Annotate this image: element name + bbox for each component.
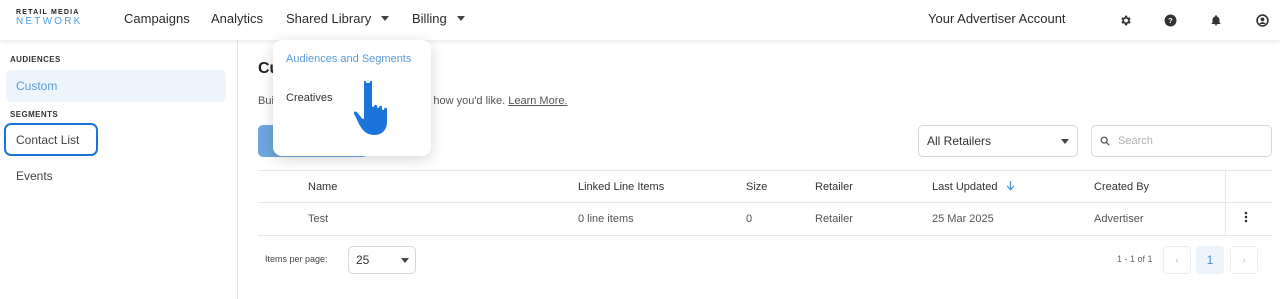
sidebar-item-custom[interactable]: Custom xyxy=(6,70,226,102)
description-prefix: Bui xyxy=(258,95,274,107)
header-created-by[interactable]: Created By xyxy=(1094,181,1149,193)
chevron-down-icon xyxy=(381,16,390,21)
advertiser-account-link[interactable]: Your Advertiser Account xyxy=(928,11,1066,26)
page-1-button[interactable]: 1 xyxy=(1196,246,1224,274)
sort-desc-icon xyxy=(1006,181,1014,191)
header-retailer[interactable]: Retailer xyxy=(815,181,853,193)
chevron-down-icon xyxy=(401,258,409,263)
cell-linked-line-items: 0 line items xyxy=(578,213,634,225)
cell-name[interactable]: Test xyxy=(308,213,328,225)
chevron-down-icon xyxy=(456,16,465,21)
prev-page-button[interactable]: ‹ xyxy=(1163,246,1191,274)
pagination-range: 1 - 1 of 1 xyxy=(1117,254,1153,264)
pointer-hand-icon xyxy=(341,76,407,142)
items-per-page-select[interactable]: 25 xyxy=(348,246,416,274)
nav-shared-library-label: Shared Library xyxy=(286,11,372,26)
nav-analytics-label: Analytics xyxy=(211,11,264,26)
cell-last-updated: 25 Mar 2025 xyxy=(932,213,994,225)
nav-billing-label: Billing xyxy=(412,11,447,26)
search-icon xyxy=(1100,136,1110,146)
header-linked-line-items[interactable]: Linked Line Items xyxy=(578,181,664,193)
items-per-page-value: 25 xyxy=(356,253,370,267)
retailer-select[interactable]: All Retailers xyxy=(918,125,1078,157)
bell-icon[interactable] xyxy=(1206,10,1226,30)
chevron-right-icon: › xyxy=(1242,254,1246,266)
column-divider xyxy=(1225,170,1226,236)
cell-created-by: Advertiser xyxy=(1094,213,1144,225)
nav-campaigns-label: Campaigns xyxy=(124,11,190,26)
sidebar-item-events-label: Events xyxy=(16,169,53,183)
search-field[interactable] xyxy=(1091,125,1272,157)
gear-icon[interactable] xyxy=(1115,10,1135,30)
logo-line-1: RETAIL MEDIA xyxy=(16,9,80,16)
next-page-button[interactable]: › xyxy=(1230,246,1258,274)
header-name[interactable]: Name xyxy=(308,181,337,193)
table-row[interactable]: Test 0 line items 0 Retailer 25 Mar 2025… xyxy=(258,203,1272,236)
nav-analytics[interactable]: Analytics xyxy=(211,11,263,26)
pagination-bar: Items per page: 25 1 - 1 of 1 ‹ 1 › xyxy=(258,242,1272,282)
more-options-icon[interactable] xyxy=(1244,211,1248,226)
chevron-left-icon: ‹ xyxy=(1175,254,1179,266)
items-per-page-label: Items per page: xyxy=(265,254,328,264)
dropdown-item-audiences-and-segments[interactable]: Audiences and Segments xyxy=(286,53,411,65)
nav-shared-library[interactable]: Shared Library xyxy=(286,11,390,26)
learn-more-link[interactable]: Learn More. xyxy=(508,95,567,107)
svg-text:?: ? xyxy=(1168,16,1173,25)
sidebar-section-segments: SEGMENTS xyxy=(10,110,59,119)
dropdown-item-creatives[interactable]: Creatives xyxy=(286,92,332,104)
nav-campaigns[interactable]: Campaigns xyxy=(124,11,190,26)
table-header: Name Linked Line Items Size Retailer Las… xyxy=(258,170,1272,203)
user-icon[interactable] xyxy=(1252,10,1272,30)
chevron-down-icon xyxy=(1061,139,1069,144)
help-icon[interactable]: ? xyxy=(1160,10,1180,30)
top-navigation-bar: RETAIL MEDIA NETWORK Campaigns Analytics… xyxy=(0,0,1280,40)
header-last-updated-label: Last Updated xyxy=(932,181,998,193)
cell-size: 0 xyxy=(746,213,753,225)
sidebar-item-custom-label: Custom xyxy=(16,79,58,93)
header-size[interactable]: Size xyxy=(746,181,767,193)
current-page-label: 1 xyxy=(1206,253,1214,267)
logo-line-2: NETWORK xyxy=(16,16,83,27)
sidebar-section-audiences: AUDIENCES xyxy=(10,55,61,64)
cell-retailer: Retailer xyxy=(815,213,853,225)
nav-billing[interactable]: Billing xyxy=(412,11,465,26)
segments-table: Name Linked Line Items Size Retailer Las… xyxy=(258,170,1272,236)
search-input[interactable] xyxy=(1118,135,1258,147)
contact-list-highlight xyxy=(4,123,98,156)
brand-logo[interactable]: RETAIL MEDIA NETWORK xyxy=(16,9,83,27)
header-last-updated[interactable]: Last Updated xyxy=(932,181,1015,193)
retailer-select-value: All Retailers xyxy=(927,134,992,148)
sidebar-item-events[interactable]: Events xyxy=(6,160,226,192)
